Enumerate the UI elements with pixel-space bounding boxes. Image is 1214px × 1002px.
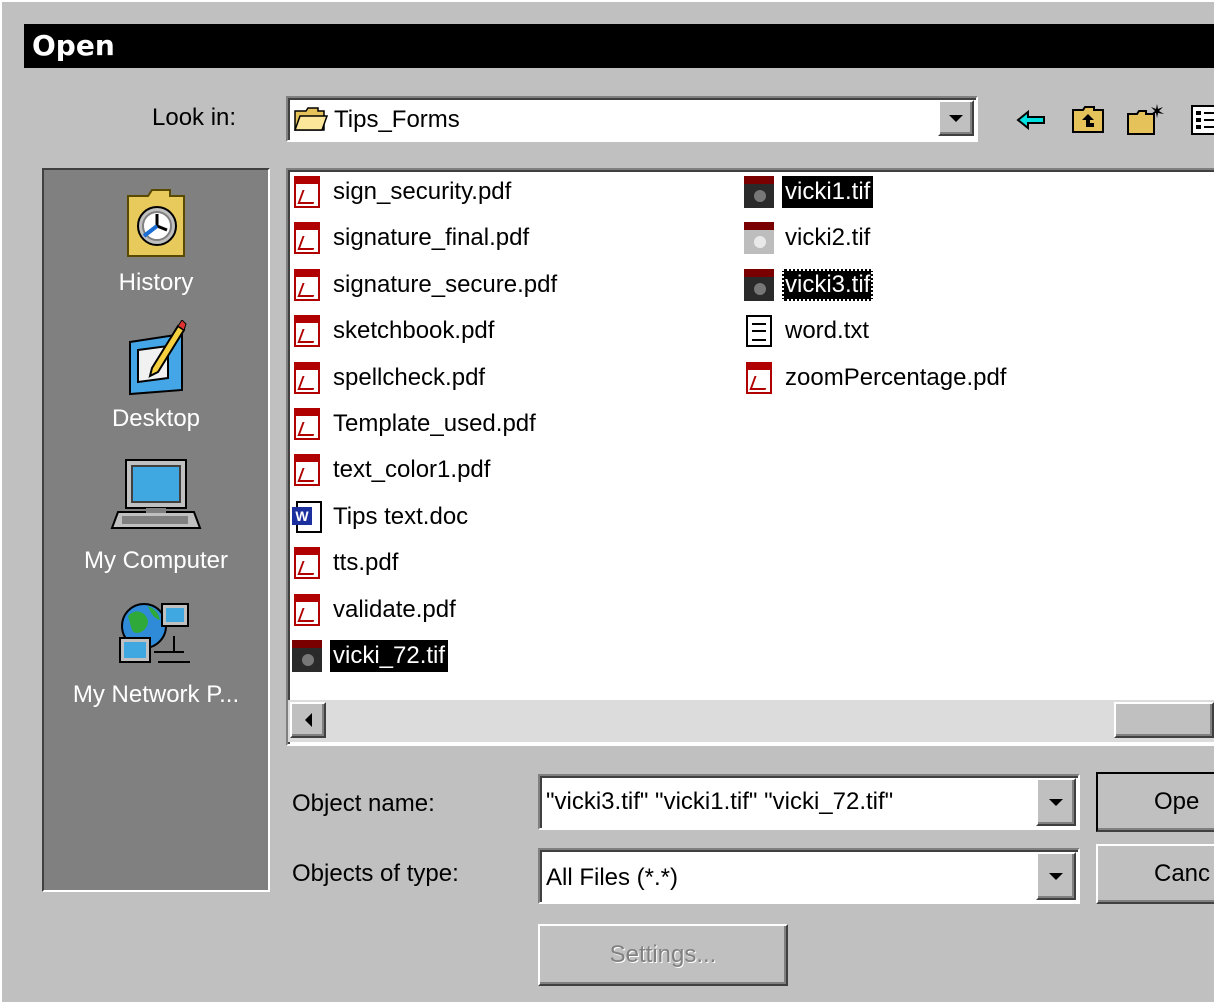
place-desktop[interactable]: Desktop (44, 319, 268, 433)
place-label: My Computer (83, 547, 229, 574)
file-item[interactable]: tts.pdf (290, 543, 401, 583)
look-in-dropdown-button[interactable] (938, 100, 974, 136)
tif-image-icon (742, 220, 778, 256)
tif-image-icon (742, 174, 778, 210)
file-item[interactable]: text_color1.pdf (290, 450, 493, 490)
file-name: validate.pdf (333, 595, 456, 623)
look-in-value: Tips_Forms (334, 106, 460, 133)
file-name: text_color1.pdf (333, 456, 491, 484)
open-button-label: Ope (1154, 788, 1200, 815)
file-name: Tips text.doc (333, 502, 469, 530)
pdf-file-icon (290, 592, 326, 628)
pdf-file-icon (290, 267, 326, 303)
file-item[interactable]: zoomPercentage.pdf (742, 358, 1009, 398)
object-type-combo[interactable]: All Files (*.*) (538, 848, 1080, 904)
settings-button-label: Settings... (609, 941, 717, 968)
scroll-left-button[interactable] (290, 702, 326, 738)
object-type-dropdown-button[interactable] (1036, 852, 1076, 900)
look-in-label: Look in: (152, 104, 237, 131)
pdf-file-icon (290, 452, 326, 488)
file-name: sketchbook.pdf (333, 317, 495, 345)
file-name: vicki1.tif (782, 176, 874, 208)
place-history[interactable]: History (44, 184, 268, 297)
desktop-icon (124, 319, 188, 401)
object-name-input[interactable]: "vicki3.tif" "vicki1.tif" "vicki_72.tif" (546, 788, 893, 816)
scrollbar-thumb[interactable] (1114, 702, 1214, 738)
pdf-file-icon (742, 360, 778, 396)
pdf-file-icon (290, 406, 326, 442)
file-name: Template_used.pdf (333, 410, 536, 437)
pdf-file-icon (290, 220, 326, 256)
window-title: Open (32, 29, 115, 62)
file-name: tts.pdf (333, 549, 399, 577)
object-type-value: All Files (*.*) (546, 864, 679, 891)
tif-image-icon (290, 638, 326, 674)
place-label: My Network P... (72, 681, 240, 708)
file-item[interactable]: signature_final.pdf (290, 218, 532, 258)
cancel-button[interactable]: Canc (1096, 844, 1214, 904)
file-item[interactable]: signature_secure.pdf (290, 265, 560, 305)
file-name: vicki_72.tif (330, 640, 449, 672)
up-folder-icon[interactable] (1070, 102, 1106, 138)
object-type-label: Objects of type: (292, 860, 459, 887)
scroll-left-arrow-icon (304, 713, 312, 727)
file-item[interactable]: Template_used.pdf (290, 404, 539, 444)
file-item[interactable]: W Tips text.doc (290, 497, 471, 537)
object-name-label: Object name: (292, 790, 435, 817)
place-label: Desktop (111, 405, 201, 432)
file-item[interactable]: word.txt (742, 311, 872, 351)
object-name-dropdown-button[interactable] (1036, 778, 1076, 826)
file-item[interactable]: vicki_72.tif (290, 636, 449, 676)
file-name: vicki3.tif (782, 268, 874, 301)
look-in-dropdown[interactable]: Tips_Forms (286, 96, 978, 142)
file-name: sign_security.pdf (333, 178, 512, 205)
chevron-down-icon (1049, 872, 1063, 880)
file-name: spellcheck.pdf (333, 363, 486, 391)
chevron-down-icon (1049, 798, 1063, 806)
title-bar: Open (24, 24, 1214, 68)
open-button[interactable]: Ope (1096, 772, 1214, 832)
file-item[interactable]: vicki1.tif (742, 172, 874, 212)
file-name: vicki2.tif (785, 224, 871, 252)
back-arrow-icon[interactable] (1014, 102, 1050, 138)
new-folder-icon[interactable] (1126, 102, 1164, 138)
object-name-combo[interactable]: "vicki3.tif" "vicki1.tif" "vicki_72.tif" (538, 774, 1080, 830)
network-places-icon (114, 596, 198, 677)
place-my-network[interactable]: My Network P... (44, 596, 268, 709)
horizontal-scrollbar[interactable] (288, 700, 1214, 742)
pdf-file-icon (290, 313, 326, 349)
file-item[interactable]: validate.pdf (290, 590, 459, 630)
cancel-button-label: Canc (1154, 860, 1211, 887)
pdf-file-icon (290, 360, 326, 396)
file-name: word.txt (785, 317, 870, 345)
word-doc-icon: W (290, 499, 326, 535)
view-menu-icon[interactable] (1190, 102, 1214, 138)
pdf-file-icon (290, 545, 326, 581)
file-item[interactable]: vicki3.tif (742, 265, 874, 305)
chevron-down-icon (949, 114, 963, 122)
file-name: zoomPercentage.pdf (785, 363, 1007, 391)
folder-icon (293, 106, 329, 137)
file-name: signature_secure.pdf (333, 270, 558, 298)
tif-image-icon (742, 267, 778, 303)
my-computer-icon (110, 458, 202, 543)
places-bar: History Desktop My Computer My Network P… (42, 168, 270, 892)
place-my-computer[interactable]: My Computer (44, 458, 268, 575)
history-icon (124, 184, 188, 265)
file-name: signature_final.pdf (333, 224, 530, 252)
pdf-file-icon (290, 174, 326, 210)
file-item[interactable]: vicki2.tif (742, 218, 873, 258)
open-dialog: Open Look in: Tips_Forms History Desktop… (0, 0, 1214, 1002)
text-file-icon (742, 313, 778, 349)
file-item[interactable]: sketchbook.pdf (290, 311, 497, 351)
file-item[interactable]: sign_security.pdf (290, 172, 514, 212)
file-item[interactable]: spellcheck.pdf (290, 358, 488, 398)
settings-button[interactable]: Settings... (538, 924, 788, 986)
file-list[interactable]: sign_security.pdf signature_final.pdfsign… (286, 168, 1214, 746)
place-label: History (118, 269, 194, 296)
